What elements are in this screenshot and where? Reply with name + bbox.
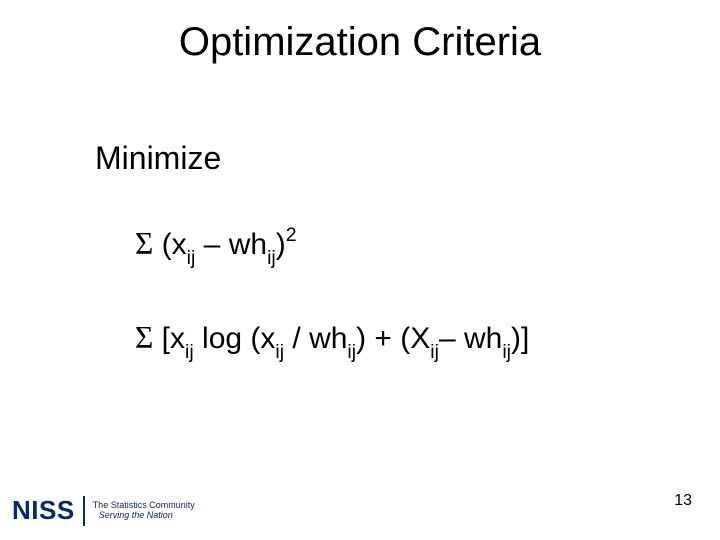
footer-logo-block: NISS The Statistics Community Serving th… [12, 495, 195, 526]
subscript: ij [430, 341, 439, 363]
slide-body: Minimize Σ (xij – whij)2 Σ [xij log (xij… [95, 140, 660, 416]
subscript: ij [185, 341, 194, 363]
subscript: ij [187, 247, 196, 269]
superscript: 2 [286, 224, 297, 246]
divider [83, 496, 85, 526]
sigma-icon: Σ [135, 320, 153, 355]
subscript: ij [267, 247, 276, 269]
formula-text: / wh [284, 322, 347, 355]
subscript: ij [275, 341, 284, 363]
formula-kl-divergence: Σ [xij log (xij / whij) + (Xij– whij)] [135, 321, 660, 360]
formula-text: ) + (X [356, 322, 430, 355]
minimize-heading: Minimize [95, 140, 660, 177]
formula-text: – wh [195, 228, 267, 261]
sigma-icon: Σ [135, 226, 153, 261]
formula-text: [x [153, 322, 185, 355]
niss-logo: NISS [12, 495, 75, 526]
tagline-line-2: Serving the Nation [99, 511, 195, 521]
slide: Optimization Criteria Minimize Σ (xij – … [0, 0, 720, 540]
formula-text: ) [276, 228, 286, 261]
formula-text: log (x [194, 322, 276, 355]
niss-tagline: The Statistics Community Serving the Nat… [93, 501, 195, 521]
slide-title: Optimization Criteria [0, 20, 720, 65]
formula-text: – wh [439, 322, 502, 355]
formula-squared-error: Σ (xij – whij)2 [135, 227, 660, 266]
subscript: ij [347, 341, 356, 363]
formula-text: (x [153, 228, 186, 261]
formula-text: )] [511, 322, 529, 355]
page-number: 13 [674, 492, 692, 510]
subscript: ij [502, 341, 511, 363]
